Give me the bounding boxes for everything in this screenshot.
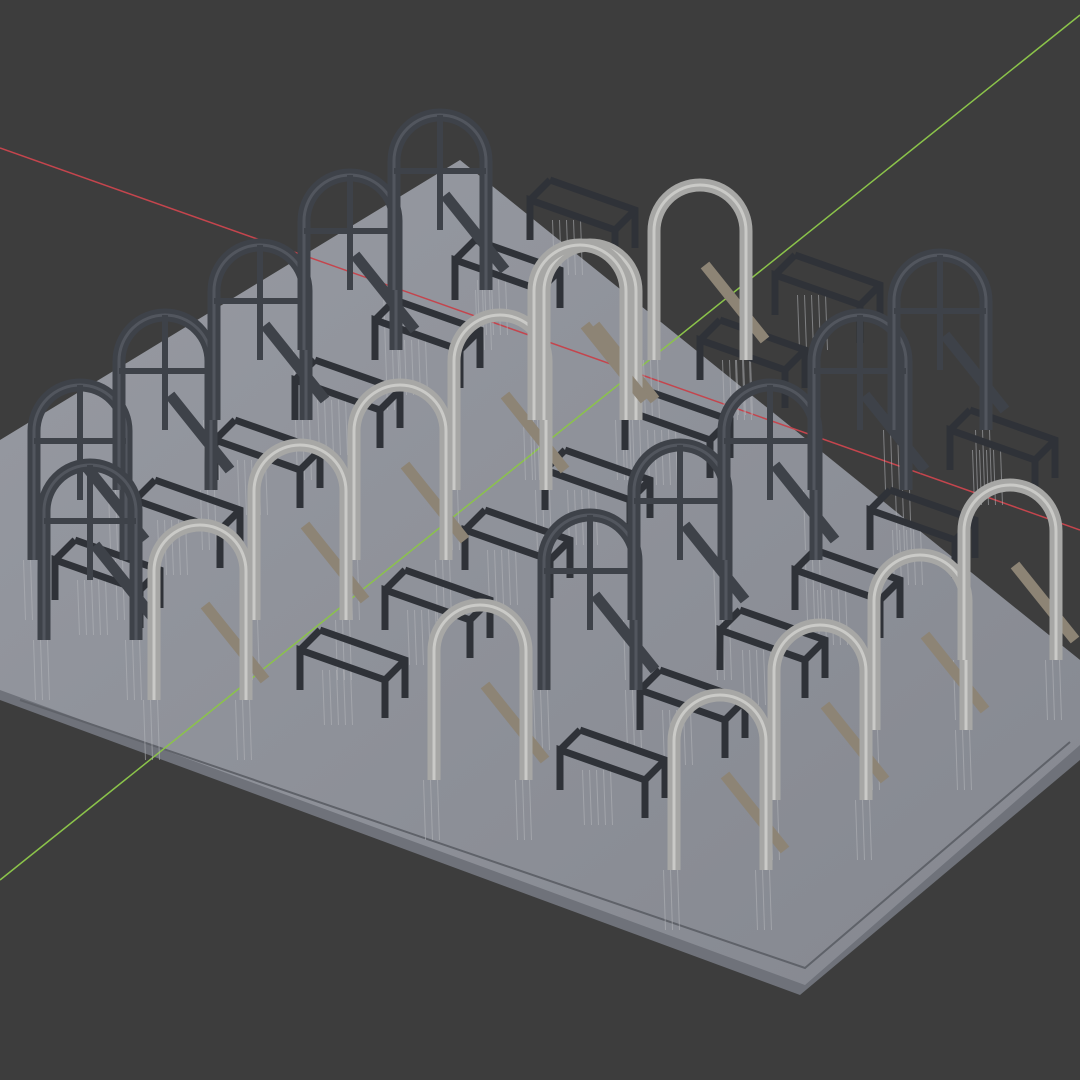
support-pin <box>804 294 807 351</box>
bench-crossbar <box>697 317 723 343</box>
3d-viewport[interactable] <box>0 0 1080 1080</box>
bench-crossbar <box>527 177 553 203</box>
bench-crossbar <box>772 252 798 278</box>
support-pin <box>989 429 992 491</box>
support-pin <box>1000 449 1003 506</box>
bench-crossbar <box>947 407 973 433</box>
support-pin <box>993 449 996 506</box>
support-pin <box>797 294 800 351</box>
scene-canvas[interactable] <box>0 0 1080 1080</box>
arch-leg <box>940 331 1010 414</box>
support-pin <box>890 429 893 491</box>
